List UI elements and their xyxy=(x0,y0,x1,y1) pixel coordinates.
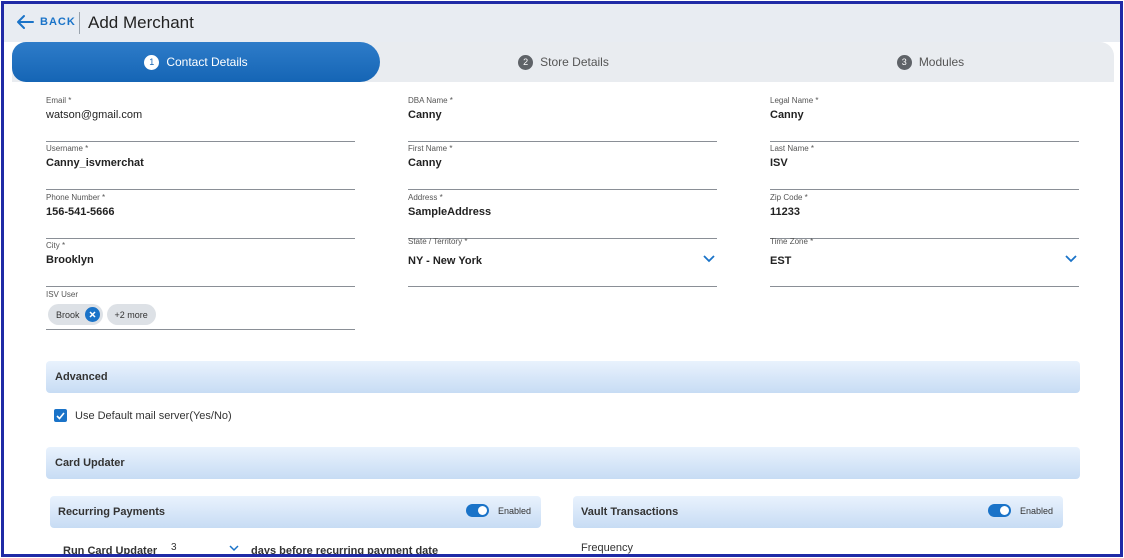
vault-toggle-group: Enabled xyxy=(987,504,1053,517)
check-icon xyxy=(56,411,65,420)
email-field[interactable]: Email * watson@gmail.com xyxy=(46,96,355,142)
field-label: State / Territory * xyxy=(408,237,468,246)
field-value: Brooklyn xyxy=(46,254,94,266)
step-number: 3 xyxy=(896,54,912,70)
chip-list: Brook +2 more xyxy=(48,304,160,325)
days-suffix-label: days before recurring payment date xyxy=(251,545,439,557)
subsection-title: Vault Transactions xyxy=(581,506,679,518)
field-value: Canny_isvmerchat xyxy=(46,157,144,169)
field-label: Username * xyxy=(46,144,89,153)
default-mail-checkbox[interactable] xyxy=(54,409,67,422)
dba-name-field[interactable]: DBA Name * Canny xyxy=(408,96,717,142)
vault-transactions-header: Vault Transactions Enabled xyxy=(573,496,1063,528)
toggle-knob xyxy=(477,506,487,515)
card-updater-section-header[interactable]: Card Updater xyxy=(46,447,1080,479)
field-value: Canny xyxy=(770,109,804,121)
tab-store-details[interactable]: 2 Store Details xyxy=(380,42,747,82)
field-value: 11233 xyxy=(770,206,800,218)
recurring-payments-header: Recurring Payments Enabled xyxy=(50,496,541,528)
chevron-down-icon[interactable] xyxy=(229,545,239,552)
username-field[interactable]: Username * Canny_isvmerchat xyxy=(46,144,355,190)
phone-number-field[interactable]: Phone Number * 156-541-5666 xyxy=(46,193,355,239)
isv-user-field[interactable]: ISV User Brook +2 more xyxy=(46,290,355,330)
field-value: Canny xyxy=(408,109,442,121)
recurring-enabled-toggle[interactable] xyxy=(465,504,489,517)
run-card-updater-label: Run Card Updater xyxy=(63,545,158,557)
zip-code-field[interactable]: Zip Code * 11233 xyxy=(770,193,1079,239)
field-label: Legal Name * xyxy=(770,96,819,105)
tab-label: Modules xyxy=(918,55,965,69)
field-label: Email * xyxy=(46,96,72,105)
chevron-down-icon xyxy=(1065,255,1077,263)
app-frame: BACK Add Merchant 1 Contact Details 2 St… xyxy=(1,1,1123,557)
tab-contact-details[interactable]: 1 Contact Details xyxy=(12,42,380,82)
legal-name-field[interactable]: Legal Name * Canny xyxy=(770,96,1079,142)
field-value: SampleAddress xyxy=(408,206,492,218)
field-value: watson@gmail.com xyxy=(46,109,143,121)
vault-enabled-toggle[interactable] xyxy=(987,504,1011,517)
more-chip[interactable]: +2 more xyxy=(106,304,156,325)
toggle-knob xyxy=(999,506,1009,515)
checkbox-label: Use Default mail server(Yes/No) xyxy=(75,409,232,422)
field-label: Time Zone * xyxy=(770,237,814,246)
default-mail-server-row: Use Default mail server(Yes/No) xyxy=(54,409,232,422)
divider xyxy=(79,12,80,34)
field-label: City * xyxy=(46,241,66,250)
field-label: Last Name * xyxy=(770,144,815,153)
toggle-label: Enabled xyxy=(1019,505,1053,516)
tab-label: Store Details xyxy=(540,55,609,69)
state-select[interactable]: State / Territory * NY - New York xyxy=(408,237,717,287)
step-number: 1 xyxy=(144,54,160,70)
page-title: Add Merchant xyxy=(88,13,194,32)
time-zone-select[interactable]: Time Zone * EST xyxy=(770,237,1079,287)
subsection-title: Recurring Payments xyxy=(58,506,165,518)
user-chip[interactable]: Brook xyxy=(48,304,103,325)
field-value: Canny xyxy=(408,157,442,169)
recurring-toggle-group: Enabled xyxy=(465,504,531,517)
step-number: 2 xyxy=(518,54,534,70)
field-value: 156-541-5666 xyxy=(46,206,115,218)
field-value: NY - New York xyxy=(408,255,482,267)
field-value: ISV xyxy=(770,157,788,169)
toggle-label: Enabled xyxy=(497,505,531,516)
back-label: BACK xyxy=(40,16,76,28)
tab-modules[interactable]: 3 Modules xyxy=(747,42,1114,82)
city-field[interactable]: City * Brooklyn xyxy=(46,241,355,287)
field-label: First Name * xyxy=(408,144,453,153)
field-label: ISV User xyxy=(46,290,79,299)
frequency-label: Frequency xyxy=(581,542,633,554)
days-input[interactable]: 3 xyxy=(171,542,177,553)
field-label: Address * xyxy=(408,193,443,202)
arrow-left-icon xyxy=(17,15,34,29)
first-name-field[interactable]: First Name * Canny xyxy=(408,144,717,190)
back-button[interactable]: BACK xyxy=(16,14,76,30)
field-label: Zip Code * xyxy=(770,193,808,202)
chevron-down-icon xyxy=(703,255,715,263)
field-label: Phone Number * xyxy=(46,193,106,202)
top-bar: BACK Add Merchant xyxy=(4,4,1120,42)
last-name-field[interactable]: Last Name * ISV xyxy=(770,144,1079,190)
close-icon[interactable] xyxy=(84,307,100,322)
field-value: EST xyxy=(770,255,792,267)
tab-label: Contact Details xyxy=(166,55,248,69)
chip-label: Brook xyxy=(56,309,80,320)
wizard-tabs: 1 Contact Details 2 Store Details 3 Modu… xyxy=(12,42,1114,82)
field-label: DBA Name * xyxy=(408,96,453,105)
advanced-section-header[interactable]: Advanced xyxy=(46,361,1080,393)
address-field[interactable]: Address * SampleAddress xyxy=(408,193,717,239)
